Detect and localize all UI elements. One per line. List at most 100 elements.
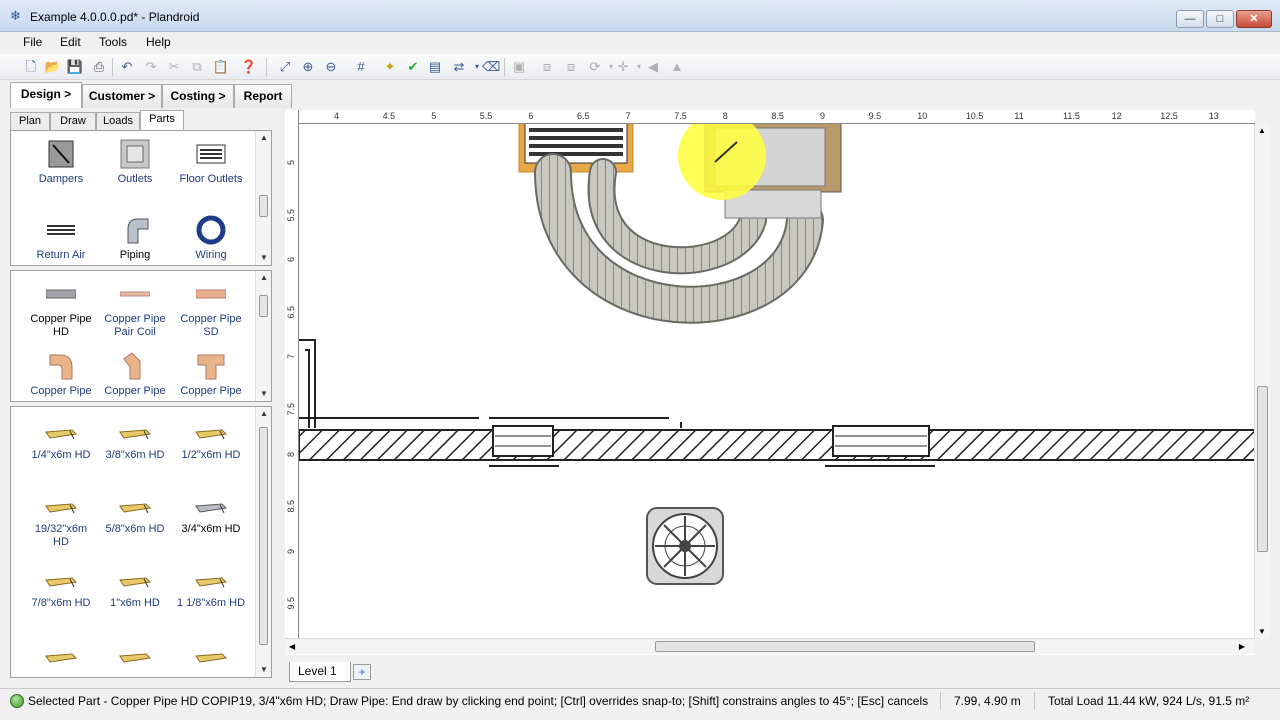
toolbar: 🗋 📂 💾 ⎙ ↶ ↷ ✂ ⧉ 📋 ❓ ⤢ ⊕ ⊖ # ✦ ✔ ▤ ⇄ ▾ ⌫ … xyxy=(0,54,1280,80)
pipe-size-item[interactable] xyxy=(97,649,173,673)
pipe-size-item[interactable]: 7/8"x6m HD xyxy=(23,573,99,610)
send-back-icon[interactable]: ⧈ xyxy=(562,58,580,76)
tab-level-1[interactable]: Level 1 xyxy=(289,662,351,682)
pipe-size-item[interactable]: 1"x6m HD xyxy=(97,573,173,610)
outlet-icon xyxy=(97,139,173,169)
menu-tools[interactable]: Tools xyxy=(95,34,131,50)
subtab-parts[interactable]: Parts xyxy=(140,110,184,130)
copper-bend-icon xyxy=(97,351,173,381)
zoom-in-icon[interactable]: ⊕ xyxy=(299,58,317,76)
pipe-size-item[interactable] xyxy=(173,649,249,673)
table-icon[interactable]: ▤ xyxy=(426,58,444,76)
scroll-down-icon[interactable]: ▼ xyxy=(256,387,272,401)
scroll-down-icon[interactable]: ▼ xyxy=(256,663,271,677)
new-file-icon[interactable]: 🗋 xyxy=(22,58,40,76)
group-icon[interactable]: ▣ xyxy=(510,58,528,76)
print-icon[interactable]: ⎙ xyxy=(90,58,108,76)
scroll-thumb[interactable] xyxy=(259,295,268,317)
ruler-tick-label: 7.5 xyxy=(286,403,296,416)
category-piping[interactable]: Piping xyxy=(97,215,173,262)
scroll-up-icon[interactable]: ▲ xyxy=(1258,126,1266,135)
pipe-size-scrollbar[interactable]: ▲ ▼ xyxy=(255,407,271,677)
pipe-size-item[interactable]: 1 1/8"x6m HD xyxy=(173,573,249,610)
pipe-type-item[interactable]: Copper Pipe SD xyxy=(173,279,249,339)
cut-icon[interactable]: ✂ xyxy=(165,58,183,76)
help-icon[interactable]: ❓ xyxy=(240,58,258,76)
pipe-size-item[interactable]: 19/32"x6m HD xyxy=(23,499,99,549)
close-button[interactable]: ✕ xyxy=(1236,10,1272,28)
tab-costing[interactable]: Costing > xyxy=(162,84,234,108)
pipe-type-item[interactable]: Copper Pipe xyxy=(173,351,249,398)
category-outlets[interactable]: Outlets xyxy=(97,139,173,186)
pipe-size-icon xyxy=(97,425,173,445)
level-tabs: Level 1 + xyxy=(285,662,1270,682)
wizard-icon[interactable]: ✦ xyxy=(381,58,399,76)
canvas-vertical-scrollbar[interactable]: ▲ ▼ xyxy=(1254,124,1270,638)
pipe-type-item[interactable]: Copper Pipe xyxy=(97,351,173,398)
subtab-plan[interactable]: Plan xyxy=(10,112,50,130)
zoom-extents-icon[interactable]: ⤢ xyxy=(276,58,294,76)
subtab-loads[interactable]: Loads xyxy=(96,112,140,130)
canvas-horizontal-scrollbar[interactable]: ◀ ▶ xyxy=(285,638,1255,654)
minimize-button[interactable]: — xyxy=(1176,10,1204,28)
scroll-thumb[interactable] xyxy=(1257,386,1268,552)
scroll-thumb[interactable] xyxy=(259,195,268,217)
pipe-type-scrollbar[interactable]: ▲ ▼ xyxy=(255,271,271,401)
scroll-left-icon[interactable]: ◀ xyxy=(289,639,295,655)
copy-icon[interactable]: ⧉ xyxy=(188,58,206,76)
redo-icon[interactable]: ↷ xyxy=(142,58,160,76)
undo-icon[interactable]: ↶ xyxy=(118,58,136,76)
indoor-unit[interactable] xyxy=(678,112,842,219)
category-wiring[interactable]: Wiring xyxy=(173,215,249,262)
pipe-size-item-selected[interactable]: 3/4"x6m HD xyxy=(173,499,249,536)
transfer-icon[interactable]: ⇄ xyxy=(450,58,468,76)
flip-horizontal-icon[interactable]: ◀ xyxy=(644,58,662,76)
menu-file[interactable]: File xyxy=(19,34,46,50)
drawing-canvas[interactable] xyxy=(285,110,1255,655)
pipe-size-item[interactable]: 1/2"x6m HD xyxy=(173,425,249,462)
status-separator xyxy=(1034,692,1035,710)
save-icon[interactable]: 💾 xyxy=(66,58,84,76)
ruler-tick-label: 5.5 xyxy=(286,208,296,222)
outdoor-fan-icon[interactable] xyxy=(646,507,724,585)
pipe-size-item[interactable]: 1/4"x6m HD xyxy=(23,425,99,462)
scroll-up-icon[interactable]: ▲ xyxy=(256,271,272,285)
ruler-tick-label: 6.5 xyxy=(286,305,296,319)
subtab-draw[interactable]: Draw xyxy=(50,112,96,130)
pipe-size-item[interactable]: 5/8"x6m HD xyxy=(97,499,173,536)
open-folder-icon[interactable]: 📂 xyxy=(44,58,62,76)
grid-icon[interactable]: # xyxy=(352,58,370,76)
scroll-right-icon[interactable]: ▶ xyxy=(1239,639,1245,655)
scroll-thumb[interactable] xyxy=(655,641,1035,652)
check-icon[interactable]: ✔ xyxy=(404,58,422,76)
scroll-up-icon[interactable]: ▲ xyxy=(256,407,271,421)
pipe-type-item[interactable]: Copper Pipe Pair Coil xyxy=(97,279,173,339)
pipe-size-item[interactable]: 3/8"x6m HD xyxy=(97,425,173,462)
scroll-down-icon[interactable]: ▼ xyxy=(1258,627,1266,636)
tab-design[interactable]: Design > xyxy=(10,82,82,108)
category-return-air[interactable]: Return Air xyxy=(23,215,99,262)
zoom-out-icon[interactable]: ⊖ xyxy=(322,58,340,76)
pipe-type-item[interactable]: Copper Pipe HD xyxy=(23,279,99,339)
bring-front-icon[interactable]: ⧈ xyxy=(538,58,556,76)
tab-report[interactable]: Report xyxy=(234,84,292,108)
scroll-down-icon[interactable]: ▼ xyxy=(256,251,272,265)
tab-customer[interactable]: Customer > xyxy=(82,84,162,108)
category-floor-outlets[interactable]: Floor Outlets xyxy=(173,139,249,186)
maximize-button[interactable]: □ xyxy=(1206,10,1234,28)
scroll-up-icon[interactable]: ▲ xyxy=(256,131,272,145)
category-dampers[interactable]: Dampers xyxy=(23,139,99,186)
menu-edit[interactable]: Edit xyxy=(56,34,85,50)
category-scrollbar[interactable]: ▲ ▼ xyxy=(255,131,271,265)
eraser-icon[interactable]: ⌫ xyxy=(482,58,500,76)
flip-vertical-icon[interactable]: ▲ xyxy=(668,58,686,76)
wall-outline xyxy=(299,339,682,428)
paste-icon[interactable]: 📋 xyxy=(212,58,230,76)
add-level-button[interactable]: + xyxy=(353,664,371,680)
pipe-type-item[interactable]: Copper Pipe xyxy=(23,351,99,398)
menu-help[interactable]: Help xyxy=(142,34,175,50)
scroll-thumb[interactable] xyxy=(259,427,268,645)
pipe-size-item[interactable] xyxy=(23,649,99,673)
toolbar-separator xyxy=(266,58,267,76)
pipe-size-icon xyxy=(23,649,99,669)
